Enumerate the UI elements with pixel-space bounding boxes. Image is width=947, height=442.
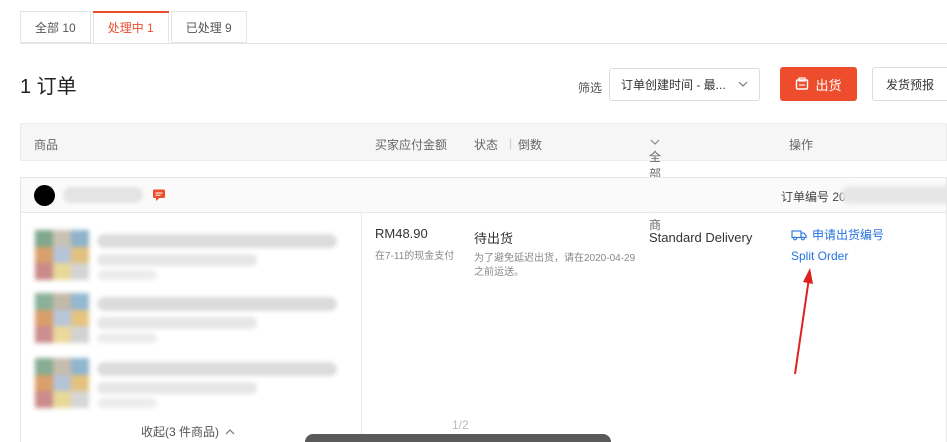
header-product: 商品 xyxy=(34,138,59,152)
filter-label: 筛选 xyxy=(578,81,603,95)
tab-processed[interactable]: 已处理 9 xyxy=(170,11,247,43)
buyer-name-redacted xyxy=(63,187,143,203)
header-countdown: 倒数 xyxy=(518,138,543,152)
header-actions: 操作 xyxy=(789,138,814,152)
column-divider xyxy=(361,213,362,442)
page-indicator: 1/2 xyxy=(452,418,469,432)
collapse-products-toggle[interactable]: 收起(3 件商品) xyxy=(141,423,236,440)
chevron-down-icon xyxy=(650,139,660,145)
bottom-overlay-bar xyxy=(305,434,611,442)
request-tracking-number-label: 申请出货编号 xyxy=(812,228,885,242)
header-amount: 买家应付金额 xyxy=(375,138,448,152)
sort-filter-select[interactable]: 订单创建时间 - 最... xyxy=(609,68,760,101)
sort-filter-value: 订单创建时间 - 最... xyxy=(621,78,726,92)
product-item xyxy=(35,358,337,412)
ship-button-label: 出货 xyxy=(815,77,842,93)
shipping-forecast-button[interactable]: 发货预报 xyxy=(872,67,947,101)
status-tabs: 全部 10 处理中 1 已处理 9 xyxy=(20,11,249,43)
tab-all[interactable]: 全部 10 xyxy=(20,11,91,43)
collapse-label: 收起(3 件商品) xyxy=(141,425,220,439)
product-qty-redacted xyxy=(97,398,157,408)
order-number-label: 订单编号 20 xyxy=(781,190,846,204)
product-item xyxy=(35,293,337,347)
product-name-redacted xyxy=(97,234,337,248)
status-note: 为了避免延迟出货，请在2020-04-29之前运送。 xyxy=(474,253,636,278)
ship-icon xyxy=(796,77,809,90)
ship-button[interactable]: 出货 xyxy=(780,67,857,101)
product-name-redacted xyxy=(97,297,337,311)
request-tracking-number-link[interactable]: 申请出货编号 xyxy=(791,226,884,243)
product-variant-redacted xyxy=(97,254,257,266)
carrier-filter[interactable]: 全部物流商 xyxy=(649,136,661,232)
chat-icon[interactable] xyxy=(152,188,166,202)
page-title: 1 订单 xyxy=(20,76,77,98)
product-variant-redacted xyxy=(97,317,257,329)
product-variant-redacted xyxy=(97,382,257,394)
buyer-avatar xyxy=(34,185,55,206)
header-separator: | xyxy=(509,136,513,150)
product-qty-redacted xyxy=(97,270,157,280)
product-thumbnail xyxy=(35,230,89,280)
order-status: 待出货 xyxy=(474,231,514,246)
tab-processing[interactable]: 处理中 1 xyxy=(92,11,169,43)
truck-icon xyxy=(791,229,807,240)
product-qty-redacted xyxy=(97,333,157,343)
order-number-redacted xyxy=(841,186,947,204)
product-thumbnail xyxy=(35,358,89,408)
product-name-redacted xyxy=(97,362,337,376)
split-order-link[interactable]: Split Order xyxy=(791,249,848,263)
chevron-down-icon xyxy=(738,81,748,87)
header-status: 状态 xyxy=(474,138,499,152)
buyer-payment-amount: RM48.90 xyxy=(375,226,428,241)
product-thumbnail xyxy=(35,293,89,343)
payment-method: 在7-11的现金支付 xyxy=(375,251,455,262)
shipping-carrier: Standard Delivery xyxy=(649,230,753,245)
product-item xyxy=(35,230,337,284)
table-header: 商品 买家应付金额 状态 | 倒数 全部物流商 操作 xyxy=(20,123,947,232)
tabs-divider xyxy=(20,43,947,44)
annotation-arrow xyxy=(794,268,813,375)
chevron-up-icon xyxy=(225,428,235,434)
order-header: 订单编号 20 xyxy=(21,178,947,213)
